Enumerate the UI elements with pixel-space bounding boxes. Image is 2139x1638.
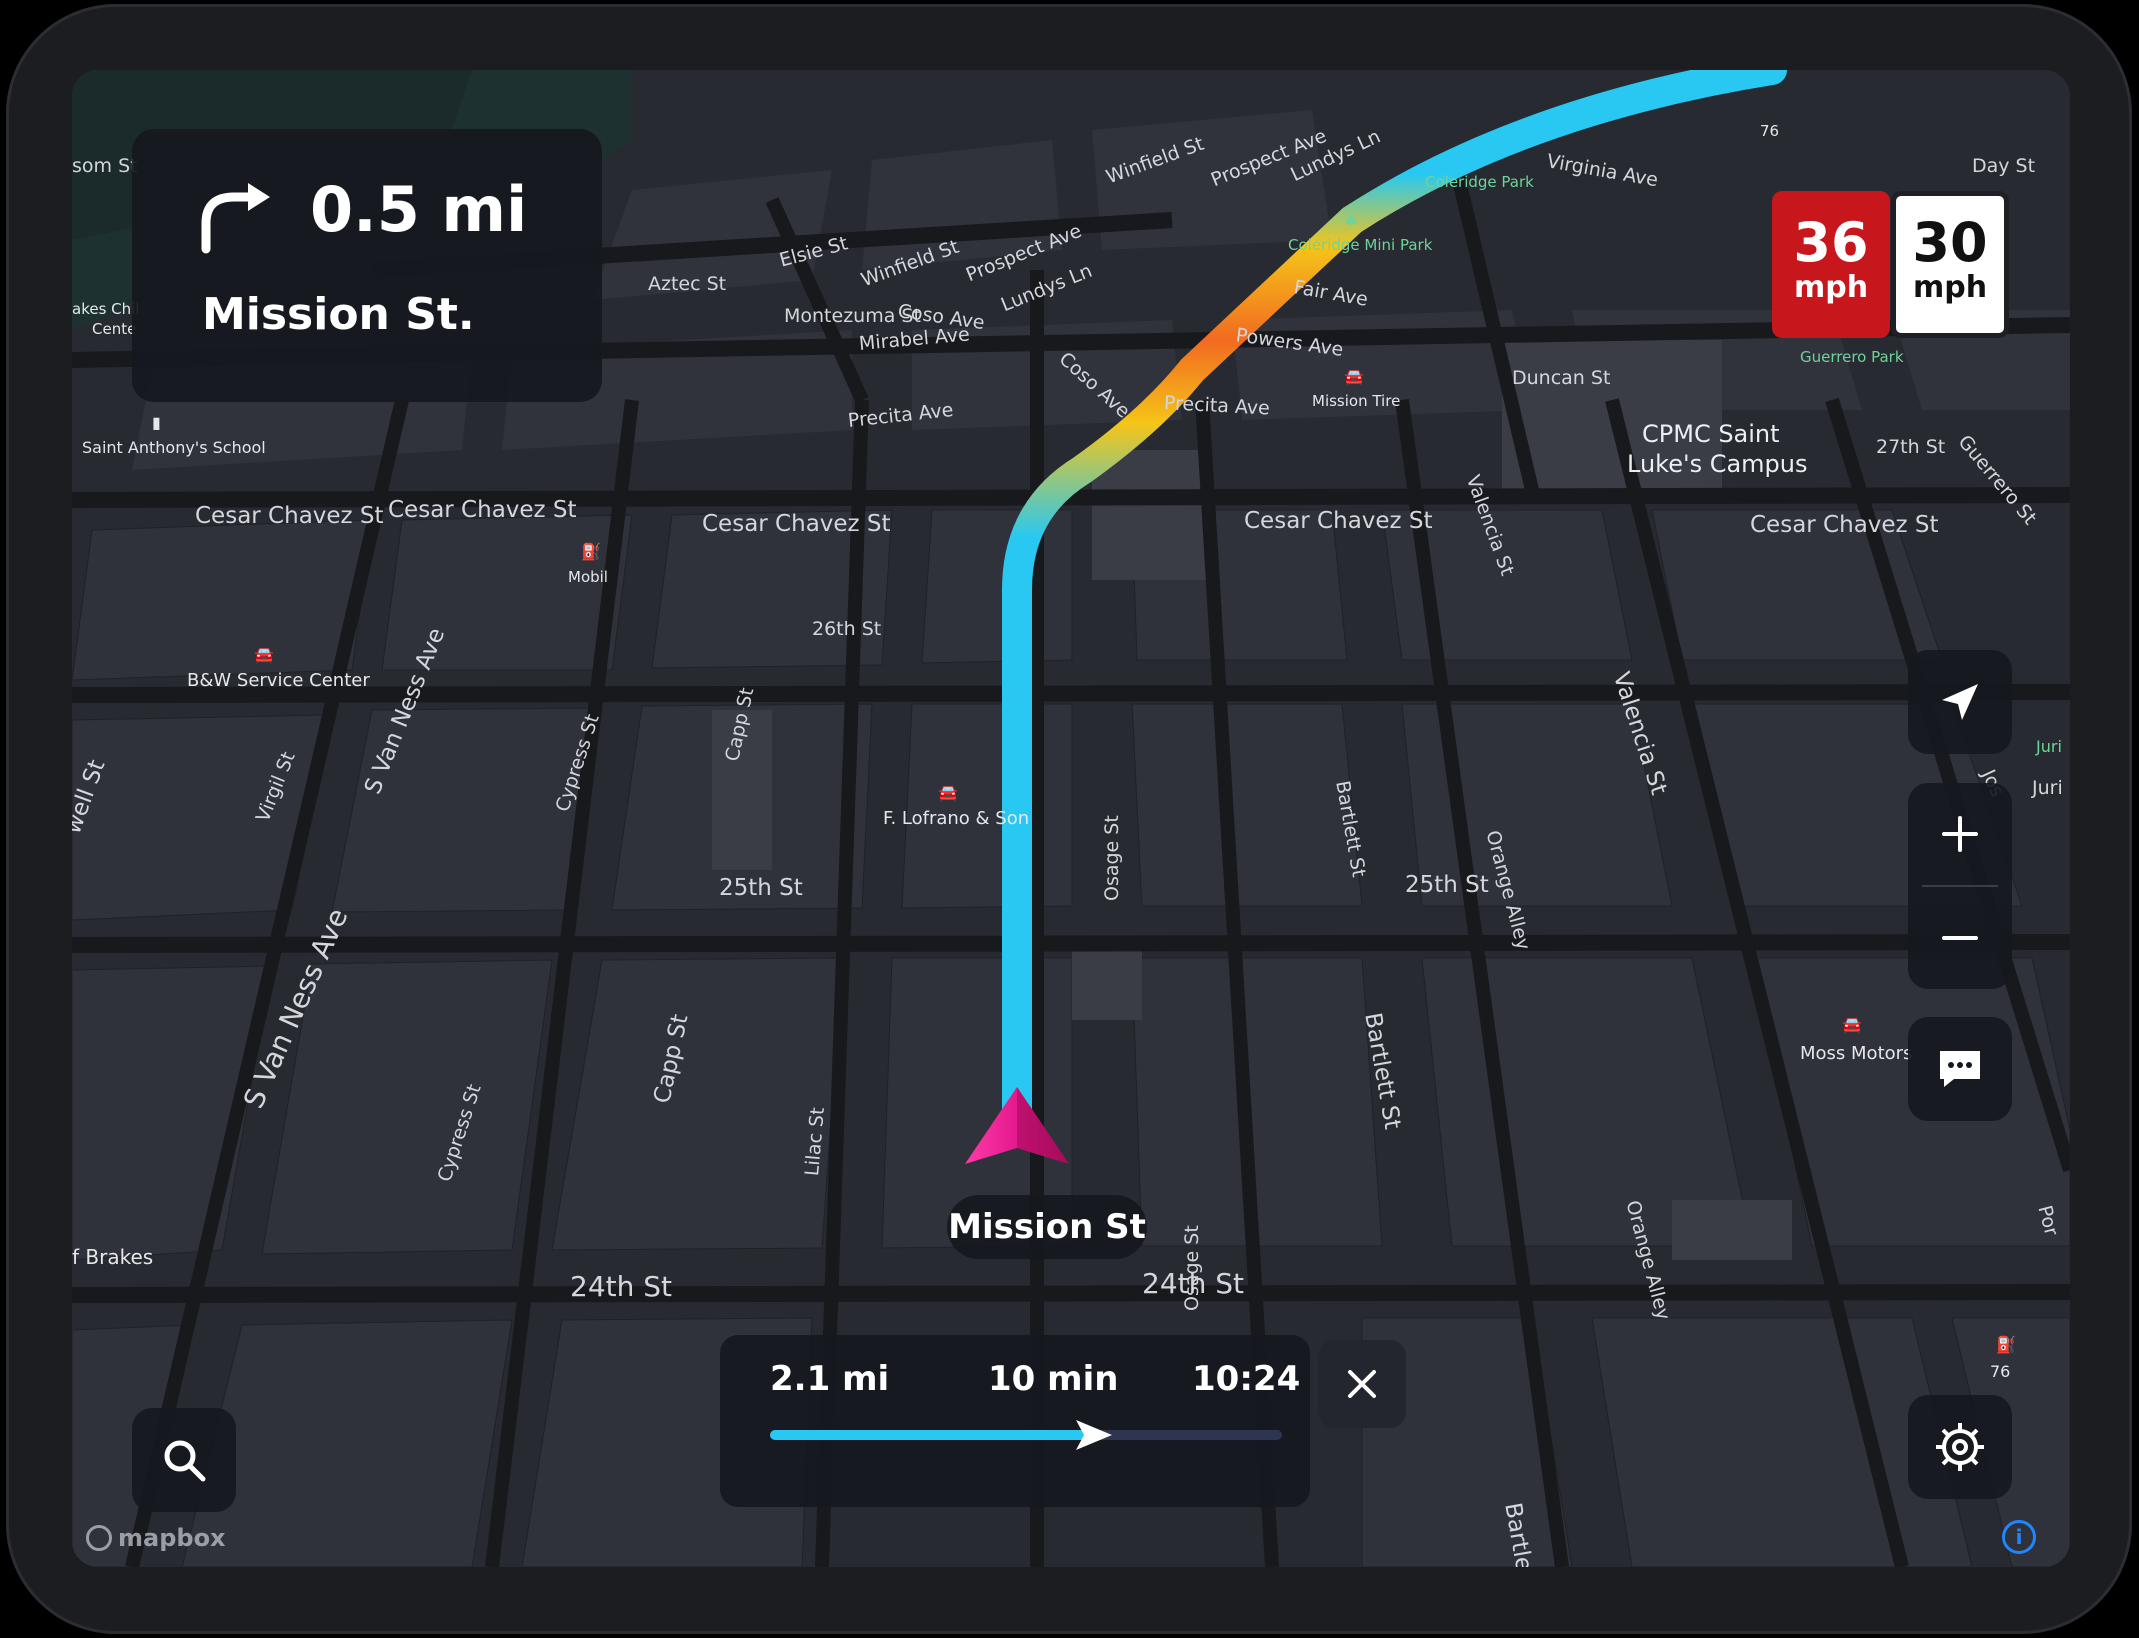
maneuver-street: Mission St. — [202, 289, 475, 340]
street-label: Day St — [1972, 155, 2036, 177]
car-service-icon: 🚘 — [1842, 1015, 1862, 1034]
street-label: Cesar Chavez St — [388, 497, 577, 523]
info-icon[interactable]: i — [2002, 1520, 2036, 1554]
poi-label: Coleridge Mini Park — [1288, 236, 1433, 254]
poi-label: Saint Anthony's School — [82, 438, 266, 457]
poi-label: 76 — [1990, 1362, 2011, 1381]
navigation-screen: Cesar Chavez St Cesar Chavez St Cesar Ch… — [72, 70, 2070, 1567]
feedback-button[interactable] — [1908, 1017, 2012, 1121]
current-speed-value: 36 — [1793, 211, 1869, 274]
poi-label: Mobil — [568, 568, 608, 586]
street-label: Juri S — [2032, 777, 2070, 799]
car-service-icon: 🚘 — [1344, 367, 1364, 386]
progress-arrow-icon — [1075, 1420, 1112, 1450]
close-icon — [1348, 1370, 1376, 1398]
park-icon: ♣ — [1344, 211, 1359, 230]
maneuver-panel[interactable]: 0.5 mi Mission St. — [132, 129, 602, 402]
street-label: Cesar Chavez St — [1750, 512, 1939, 538]
current-road-label: Mission St — [947, 1195, 1147, 1259]
street-label: 27th St — [1876, 436, 1946, 458]
street-label: Cesar Chavez St — [1244, 508, 1433, 534]
current-speed-badge: 36 mph — [1772, 191, 1890, 338]
street-label: Osage St — [1181, 1225, 1203, 1311]
current-road-name: Mission St — [948, 1207, 1146, 1247]
turn-right-arrow-icon — [201, 183, 270, 254]
zoom-in-button[interactable] — [1908, 783, 2012, 885]
poi-label: Moss Motors — [1800, 1043, 1913, 1064]
poi-label: 76 — [1760, 122, 1780, 140]
maneuver-distance: 0.5 mi — [310, 173, 528, 246]
search-button[interactable] — [132, 1408, 236, 1512]
mapbox-wordmark: mapbox — [118, 1524, 226, 1552]
street-label: som St — [72, 155, 138, 177]
poi-label: Coleridge Park — [1425, 173, 1534, 191]
route-progress-bar — [770, 1420, 1282, 1450]
street-label: Duncan St — [1512, 367, 1611, 389]
fuel-icon: ⛽ — [581, 542, 601, 561]
poi-label: Luke's Campus — [1627, 450, 1808, 478]
search-icon — [164, 1440, 206, 1482]
street-label: Cesar Chavez St — [702, 511, 891, 537]
poi-label: CPMC Saint — [1642, 420, 1780, 448]
poi-label: Cente — [92, 320, 137, 338]
poi-label: Guerrero Park — [1800, 348, 1904, 366]
street-label: Montezuma St — [784, 305, 921, 327]
car-service-icon: 🚘 — [254, 645, 274, 664]
remaining-time: 10 min — [988, 1359, 1119, 1399]
recenter-button[interactable] — [1908, 650, 2012, 754]
end-navigation-button[interactable] — [1318, 1340, 1406, 1428]
plus-icon — [1942, 816, 1978, 852]
school-icon: ▮ — [152, 413, 161, 432]
arrival-time: 10:24 — [1192, 1359, 1301, 1399]
poi-label: f Brakes — [72, 1245, 154, 1269]
trip-progress-panel[interactable]: 2.1 mi 10 min 10:24 — [720, 1335, 1310, 1507]
speed-limit-value: 30 — [1912, 211, 1988, 274]
zoom-controls — [1908, 783, 2012, 989]
street-label: Aztec St — [648, 273, 727, 295]
current-speed-unit: mph — [1793, 270, 1869, 305]
car-service-icon: 🚘 — [938, 783, 958, 802]
street-label: 24th St — [570, 1270, 673, 1303]
street-label: 25th St — [719, 875, 803, 901]
street-label: Osage St — [1101, 815, 1123, 901]
street-label: 25th St — [1405, 872, 1489, 898]
zoom-out-button[interactable] — [1908, 887, 2012, 989]
location-arrow-icon — [1942, 684, 1978, 720]
route-progress-fill — [770, 1430, 1093, 1440]
poi-label: Mission Tire — [1312, 392, 1401, 410]
street-label: 26th St — [812, 618, 882, 640]
street-label: Juri — [2036, 737, 2062, 756]
settings-button[interactable] — [1908, 1395, 2012, 1499]
minus-icon — [1942, 936, 1978, 940]
poi-label: B&W Service Center — [187, 670, 370, 691]
mapbox-attribution[interactable]: mapbox — [86, 1524, 226, 1552]
speed-limit-sign: 30 mph — [1891, 191, 2009, 338]
remaining-distance: 2.1 mi — [770, 1359, 890, 1399]
chat-bubble-icon — [1940, 1051, 1980, 1087]
poi-label: F. Lofrano & Son — [883, 808, 1030, 829]
street-label: Cesar Chavez St — [195, 503, 384, 529]
fuel-icon: ⛽ — [1996, 1335, 2016, 1354]
speed-limit-unit: mph — [1912, 270, 1988, 305]
gear-icon — [1936, 1423, 1984, 1471]
mapbox-logo-icon — [86, 1525, 112, 1551]
poi-label: akes Chil — [72, 300, 140, 318]
